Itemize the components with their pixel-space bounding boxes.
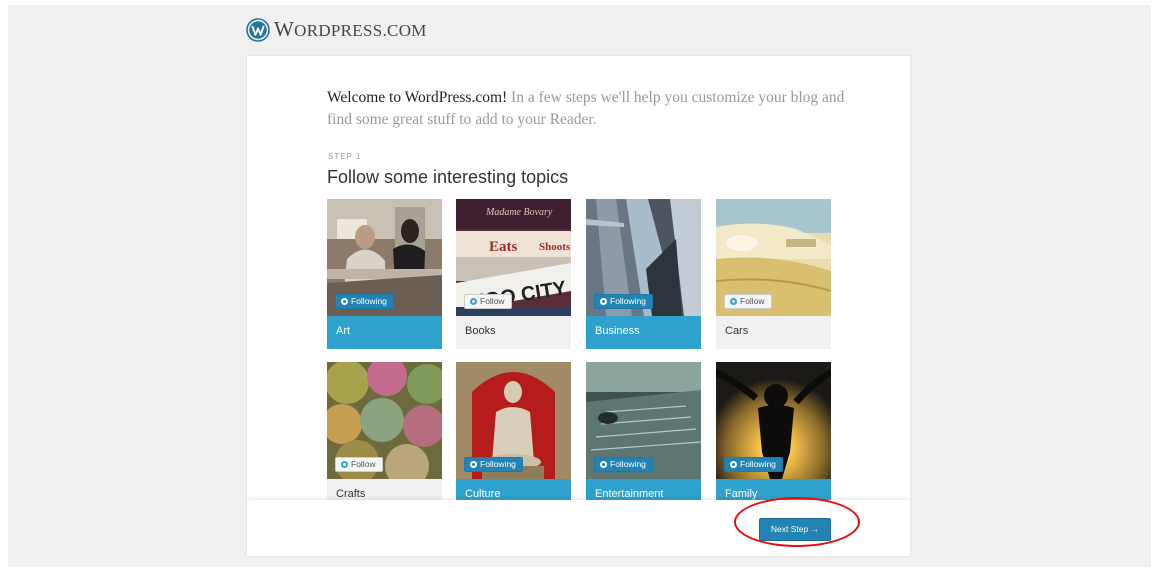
- card-footer: Next Step →: [247, 500, 910, 556]
- follow-toggle-entertainment[interactable]: Following: [594, 457, 653, 472]
- follow-toggle-cars[interactable]: Follow: [724, 294, 772, 309]
- topic-label-crafts: Crafts: [336, 488, 366, 500]
- topic-tile-cars[interactable]: Follow Cars: [716, 199, 831, 349]
- wordpress-logo[interactable]: WordPress.com: [246, 17, 427, 43]
- topic-label-entertainment: Entertainment: [595, 488, 664, 500]
- welcome-lead: Welcome to WordPress.com!: [327, 89, 508, 106]
- topic-tile-business[interactable]: Following Business: [586, 199, 701, 349]
- onboarding-card: Welcome to WordPress.com! In a few steps…: [247, 56, 910, 556]
- topic-tile-culture[interactable]: Following Culture: [456, 362, 571, 512]
- follow-toggle-art[interactable]: Following: [335, 294, 394, 309]
- follow-icon: [341, 461, 348, 468]
- follow-toggle-books[interactable]: Follow: [464, 294, 512, 309]
- follow-icon: [341, 298, 348, 305]
- wordpress-logo-icon: [246, 18, 270, 42]
- logo-text: WordPress.com: [274, 17, 427, 41]
- topic-label-cars: Cars: [725, 325, 749, 337]
- topic-label-books: Books: [465, 325, 496, 337]
- step-title: Follow some interesting topics: [327, 167, 569, 187]
- svg-text:Eats: Eats: [489, 239, 518, 255]
- follow-toggle-culture[interactable]: Following: [464, 457, 523, 472]
- follow-icon: [730, 461, 737, 468]
- topic-label-business: Business: [595, 325, 640, 337]
- follow-toggle-business[interactable]: Following: [594, 294, 653, 309]
- topic-label-family: Family: [725, 488, 758, 500]
- follow-icon: [600, 461, 607, 468]
- follow-icon: [470, 298, 477, 305]
- follow-icon: [730, 298, 737, 305]
- welcome-text: Welcome to WordPress.com! In a few steps…: [327, 87, 847, 131]
- topic-label-art: Art: [336, 325, 351, 337]
- step-label: STEP 1: [328, 152, 362, 161]
- svg-text:Shoots: Shoots: [539, 241, 571, 253]
- topic-tile-entertainment[interactable]: Following Entertainment: [586, 362, 701, 512]
- topic-tile-books[interactable]: Madame Bovary Eats Shoots ZOO CITY Follo…: [456, 199, 571, 349]
- topic-label-culture: Culture: [465, 488, 501, 500]
- topic-tile-family[interactable]: Following Family: [716, 362, 831, 512]
- topic-tile-art[interactable]: Following Art: [327, 199, 442, 349]
- follow-icon: [600, 298, 607, 305]
- follow-toggle-family[interactable]: Following: [724, 457, 783, 472]
- follow-icon: [470, 461, 477, 468]
- svg-text:Madame Bovary: Madame Bovary: [485, 207, 553, 218]
- next-step-button[interactable]: Next Step →: [759, 518, 831, 541]
- follow-toggle-crafts[interactable]: Follow: [335, 457, 383, 472]
- topic-tile-crafts[interactable]: Follow Crafts: [327, 362, 442, 512]
